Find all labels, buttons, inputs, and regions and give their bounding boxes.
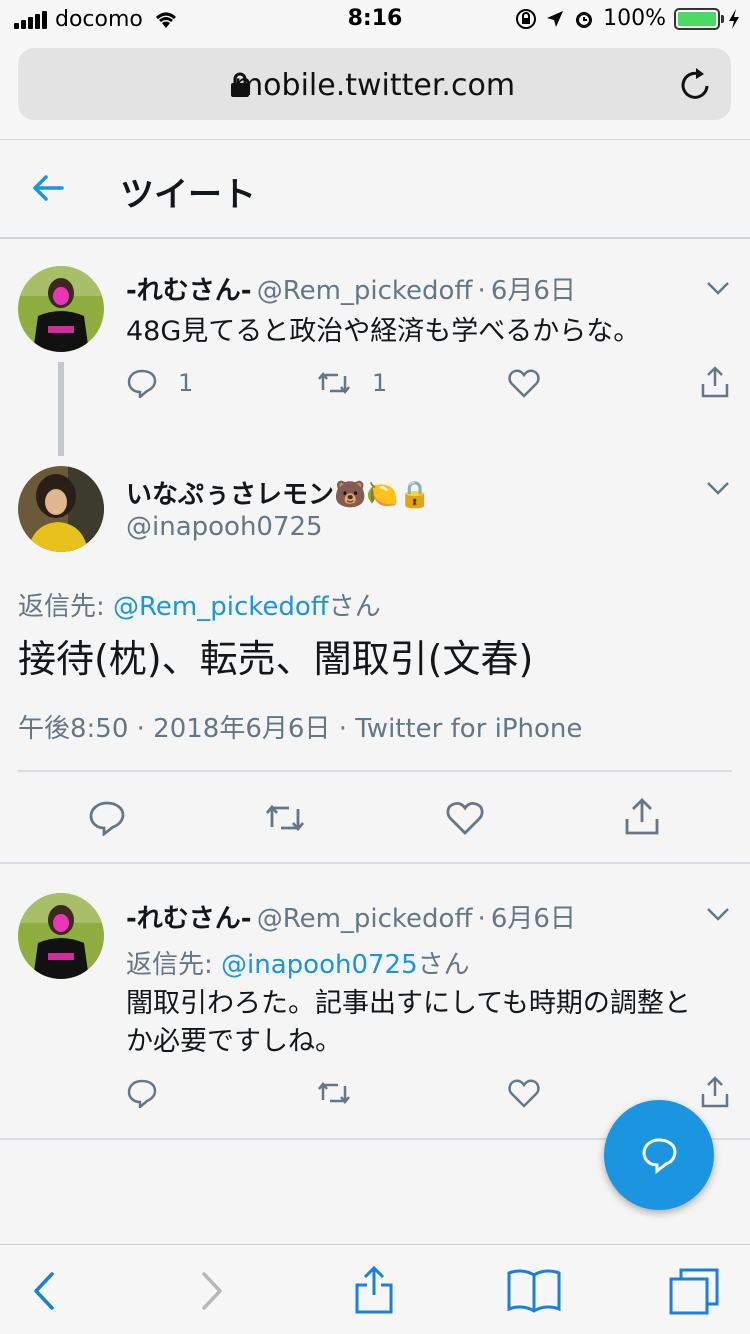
browser-address-area: mobile.twitter.com (0, 40, 750, 140)
separator-dot: · (477, 276, 486, 306)
author-handle[interactable]: @inapooh0725 (126, 512, 323, 542)
url-text: mobile.twitter.com (233, 68, 516, 103)
share-sheet-icon[interactable] (354, 1265, 394, 1315)
reply-to-label: 返信先: (126, 950, 213, 980)
location-icon (547, 10, 564, 27)
tweet-text-line-1: 闇取引わろた。記事出すにしても時期の調整と (126, 988, 691, 1019)
separator-dot: · (477, 904, 486, 934)
avatar[interactable] (18, 466, 104, 552)
page-title: ツイート (120, 175, 256, 215)
share-icon[interactable] (700, 1076, 730, 1108)
reload-icon[interactable] (679, 66, 713, 102)
retweet-icon[interactable] (264, 800, 306, 836)
reply-to-suffix: さん (417, 950, 470, 980)
back-icon[interactable] (32, 1271, 56, 1311)
page-header: ツイート (0, 141, 750, 239)
avatar[interactable] (18, 266, 104, 352)
tweet-text-line-2: か必要ですしね。 (126, 1026, 342, 1057)
thread-connector (58, 362, 64, 456)
status-bar: docomo 8:16 100% (0, 0, 750, 40)
chevron-down-icon[interactable] (706, 906, 730, 922)
bookmarks-icon[interactable] (506, 1267, 562, 1313)
section-divider (0, 862, 750, 864)
reply-to-suffix: さん (328, 592, 381, 622)
like-icon[interactable] (446, 800, 484, 836)
author-handle[interactable]: @Rem_pickedoff (257, 276, 473, 306)
chevron-down-icon[interactable] (706, 280, 730, 296)
reply-icon (127, 369, 157, 398)
browser-toolbar (0, 1244, 750, 1334)
battery-percent: 100% (603, 6, 666, 31)
reply-icon[interactable] (88, 800, 126, 836)
reply-button[interactable]: 1 (126, 368, 193, 398)
main-tweet-text: 接待(枕)、転売、闇取引(文春) (18, 637, 534, 681)
orientation-lock-icon (516, 8, 537, 29)
retweet-button[interactable]: 1 (316, 368, 387, 398)
author-name[interactable]: -れむさん- (126, 276, 252, 306)
tabs-icon[interactable] (668, 1267, 720, 1315)
reply-to-handle[interactable]: @Rem_pickedoff (113, 592, 329, 622)
tweet-date[interactable]: 6月6日 (491, 276, 576, 306)
retweet-icon (318, 371, 350, 395)
share-icon[interactable] (700, 366, 730, 398)
charging-icon (729, 8, 739, 29)
forward-icon[interactable] (200, 1271, 224, 1311)
compose-reply-button[interactable] (604, 1100, 714, 1210)
reply-to-handle[interactable]: @inapooh0725 (221, 950, 418, 980)
address-bar[interactable]: mobile.twitter.com (18, 48, 731, 120)
retweet-icon[interactable] (316, 1078, 352, 1108)
like-icon[interactable] (508, 1078, 540, 1108)
like-icon[interactable] (508, 368, 540, 398)
reply-bubble-icon (642, 1138, 677, 1174)
tweet-date[interactable]: 6月6日 (491, 904, 576, 934)
back-arrow-icon[interactable] (30, 173, 66, 203)
share-icon[interactable] (624, 798, 660, 836)
reply-context: 返信先: @inapooh0725さん (126, 944, 470, 981)
chevron-down-icon[interactable] (706, 480, 730, 496)
reply-to-label: 返信先: (18, 592, 105, 622)
tweet-text: 48G見てると政治や経済も学べるからな。 (126, 316, 641, 347)
battery-icon (674, 7, 724, 30)
author-name[interactable]: いなぷぅさレモン🐻🍋🔒 (126, 474, 431, 511)
author-handle[interactable]: @Rem_pickedoff (257, 904, 473, 934)
reply-count: 1 (178, 369, 194, 397)
reply-context: 返信先: @Rem_pickedoffさん (18, 586, 381, 623)
alarm-icon (576, 11, 593, 28)
avatar[interactable] (18, 893, 104, 979)
reply-icon[interactable] (126, 1078, 158, 1108)
retweet-count: 1 (372, 369, 388, 397)
meta-divider (18, 770, 732, 772)
author-name[interactable]: -れむさん- (126, 904, 252, 934)
tweet-meta: 午後8:50 · 2018年6月6日 · Twitter for iPhone (18, 714, 583, 744)
